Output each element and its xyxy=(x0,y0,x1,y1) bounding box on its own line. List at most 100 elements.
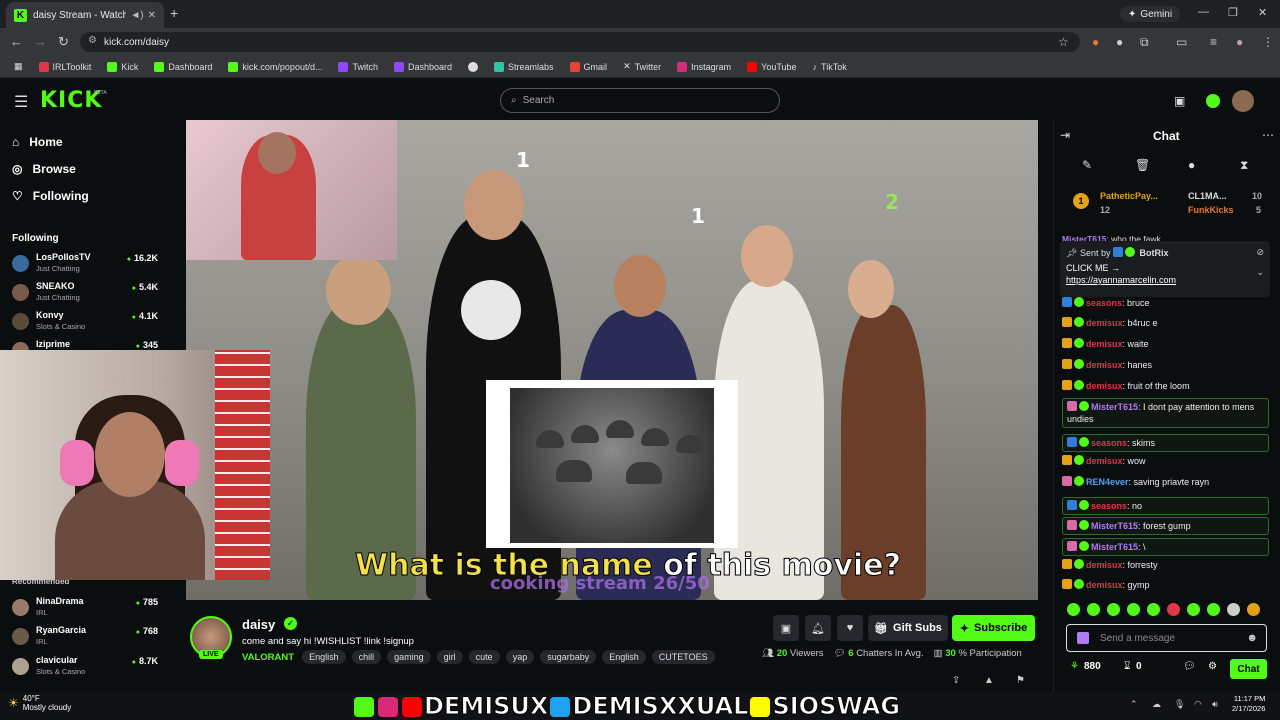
notifications-button[interactable]: 🔔︎ xyxy=(805,615,831,641)
chat-message[interactable]: seasons: bruce xyxy=(1062,297,1269,309)
minimize-icon[interactable]: — xyxy=(1198,6,1209,18)
bookmark-item[interactable]: Instagram xyxy=(671,61,737,72)
streamer-name[interactable]: daisy xyxy=(242,617,275,632)
message-user[interactable]: seasons xyxy=(1091,501,1127,511)
emote-icon[interactable] xyxy=(1127,603,1140,616)
new-tab-icon[interactable]: + xyxy=(170,5,178,21)
chat-message[interactable]: MisterT615: forest gump xyxy=(1062,517,1269,535)
chat-message[interactable]: demisux: hanes xyxy=(1062,359,1269,371)
bookmark-star-icon[interactable]: ☆ xyxy=(1058,35,1069,49)
extension-icon[interactable]: ● xyxy=(1092,35,1099,49)
following-channel[interactable]: SNEAKO Just Chatting 5.4K xyxy=(12,281,162,309)
chat-message[interactable]: demisux: forresty xyxy=(1062,559,1269,571)
microphone-icon[interactable]: 🎙︎ xyxy=(1174,699,1185,710)
clip-button[interactable]: ▣ xyxy=(773,615,799,641)
message-user[interactable]: demisux xyxy=(1086,456,1123,466)
emote-menu-icon[interactable]: 💬︎ xyxy=(1183,661,1196,672)
bookmark-item[interactable]: Gmail xyxy=(564,61,614,72)
tag[interactable]: girl xyxy=(436,650,463,664)
chat-bubble-icon[interactable]: ● xyxy=(1188,158,1195,172)
gift-subs-button[interactable]: 🎁︎ Gift Subs xyxy=(868,615,948,641)
tag[interactable]: English xyxy=(302,650,346,664)
apps-icon[interactable]: ▦ xyxy=(8,61,29,72)
message-user[interactable]: seasons xyxy=(1086,298,1122,308)
chat-message[interactable]: seasons: no xyxy=(1062,497,1269,515)
tag[interactable]: cute xyxy=(468,650,500,664)
address-bar[interactable]: ⚙ kick.com/daisy xyxy=(80,32,1080,52)
bookmark-item[interactable]: kick.com/popout/d... xyxy=(222,61,328,72)
chat-message[interactable]: demisux: fruit of the loom xyxy=(1062,380,1269,392)
trash-icon[interactable]: 🗑︎ xyxy=(1135,158,1150,172)
chevron-down-icon[interactable]: ⌄ xyxy=(1256,267,1264,278)
chat-message[interactable]: demisux: waite xyxy=(1062,338,1269,350)
emote-icon[interactable] xyxy=(1087,603,1100,616)
emote-icon[interactable] xyxy=(1107,603,1120,616)
send-chat-button[interactable]: Chat xyxy=(1230,659,1267,679)
chat-message[interactable]: demisux: wow xyxy=(1062,455,1269,467)
message-user[interactable]: demisux xyxy=(1086,318,1123,328)
leader-name[interactable]: FunkKicks xyxy=(1188,205,1234,215)
leader-name[interactable]: PatheticPay... xyxy=(1100,191,1158,201)
menu-dots-icon[interactable]: ⋮ xyxy=(1262,35,1274,49)
following-channel[interactable]: LosPollosTV Just Chatting 16.2K xyxy=(12,252,162,280)
tag[interactable]: yap xyxy=(505,650,535,664)
chat-message[interactable]: REN4ever: saving priavte rayn xyxy=(1062,476,1269,488)
stream-category[interactable]: VALORANT xyxy=(242,652,294,663)
hamburger-menu-icon[interactable]: ☰ xyxy=(14,92,28,112)
kick-points-icon[interactable] xyxy=(1206,94,1220,108)
weather-widget[interactable]: ☀ 40°F Mostly cloudy xyxy=(8,694,71,712)
message-user[interactable]: MisterT615 xyxy=(1091,402,1138,412)
back-icon[interactable]: ← xyxy=(10,34,23,49)
bookmark-item[interactable]: ✕ Twitter xyxy=(617,61,667,72)
emote-icon[interactable] xyxy=(1207,603,1220,616)
more-icon[interactable]: ⚑ xyxy=(1016,675,1025,686)
cast-icon[interactable]: ▭ xyxy=(1176,35,1187,49)
emote-icon[interactable] xyxy=(1187,603,1200,616)
bookmark-item[interactable]: Dashboard xyxy=(148,61,218,72)
browser-tab[interactable]: K daisy Stream - Watch Live o ◄) ✕ xyxy=(6,2,164,28)
message-user[interactable]: demisux xyxy=(1086,580,1123,590)
extension-icon[interactable]: ● xyxy=(1116,35,1123,49)
message-user[interactable]: seasons xyxy=(1091,438,1127,448)
following-channel[interactable]: Konvy Slots & Casino 4.1K xyxy=(12,310,162,338)
bookmark-item[interactable]: ♪ TikTok xyxy=(807,62,853,72)
tag[interactable]: English xyxy=(602,650,646,664)
gift-icon[interactable] xyxy=(1077,632,1089,644)
tray-chevron-icon[interactable]: ⌃ xyxy=(1130,699,1138,710)
emote-icon[interactable] xyxy=(1067,603,1080,616)
speaker-icon[interactable]: ◄) xyxy=(130,10,143,21)
window-close-icon[interactable]: ✕ xyxy=(1258,6,1267,19)
leader-name[interactable]: CL1MA... xyxy=(1188,191,1227,201)
tag[interactable]: chill xyxy=(351,650,382,664)
message-user[interactable]: demisux xyxy=(1086,381,1123,391)
puzzle-icon[interactable]: ⧉ xyxy=(1140,35,1149,50)
nav-home[interactable]: ⌂ Home xyxy=(12,135,63,149)
bookmark-item[interactable] xyxy=(462,61,484,72)
nav-browse[interactable]: ◎ Browse xyxy=(12,162,76,176)
tab-close-icon[interactable]: ✕ xyxy=(148,10,156,21)
pinned-message[interactable]: 📌︎ Sent by BotRix CLICK ME → https://aya… xyxy=(1060,241,1270,297)
maximize-icon[interactable]: ❐ xyxy=(1228,6,1238,19)
emote-icon[interactable] xyxy=(1247,603,1260,616)
collapse-chat-icon[interactable]: ⇥ xyxy=(1060,128,1070,142)
share-icon[interactable]: ⇪ xyxy=(952,675,960,686)
network-icon[interactable]: ☁ xyxy=(1152,699,1161,710)
tv-icon[interactable]: ▣ xyxy=(1174,94,1185,108)
volume-icon[interactable]: 🔊︎ xyxy=(1212,699,1218,710)
tag[interactable]: CUTETOES xyxy=(651,650,715,664)
pin-icon[interactable]: ✎ xyxy=(1082,158,1092,172)
subscribe-button[interactable]: ✦ Subscribe xyxy=(952,615,1035,641)
message-user[interactable]: MisterT615 xyxy=(1091,542,1138,552)
wifi-icon[interactable]: ◠ xyxy=(1194,699,1202,710)
user-avatar[interactable] xyxy=(1232,90,1254,112)
chat-input[interactable]: Send a message ☻ xyxy=(1066,624,1267,652)
message-user[interactable]: demisux xyxy=(1086,360,1123,370)
pinned-link[interactable]: https://ayannamarcelin.com xyxy=(1066,275,1264,285)
profile-avatar[interactable]: ● xyxy=(1236,35,1243,49)
bookmark-item[interactable]: Streamlabs xyxy=(488,61,560,72)
bookmark-item[interactable]: Dashboard xyxy=(388,61,458,72)
chat-message[interactable]: MisterT615: I dont pay attention to mens… xyxy=(1062,398,1269,428)
bookmark-item[interactable]: IRLToolkit xyxy=(33,61,98,72)
recommended-channel[interactable]: RyanGarcia IRL 768 xyxy=(12,625,162,653)
message-user[interactable]: REN4ever xyxy=(1086,477,1129,487)
